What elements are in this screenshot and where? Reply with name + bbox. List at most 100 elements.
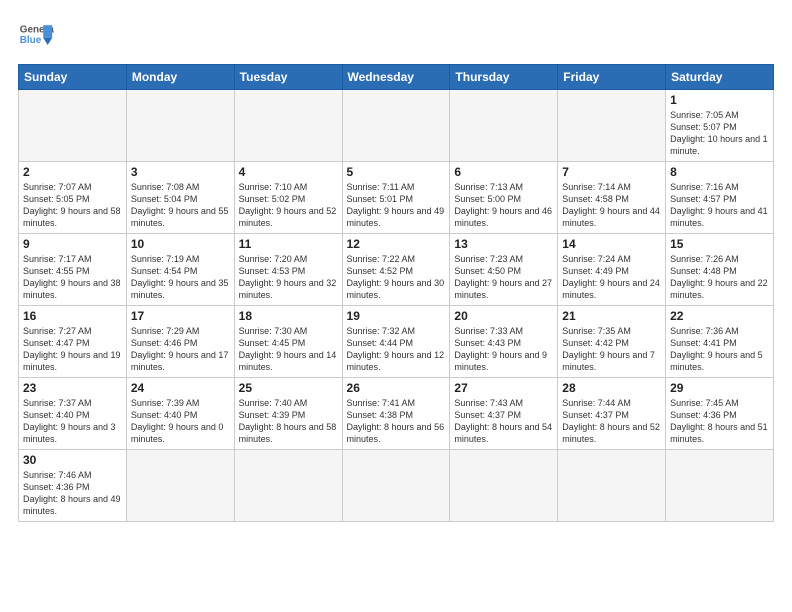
day-number: 1 [670, 93, 769, 107]
day-info: Sunrise: 7:36 AMSunset: 4:41 PMDaylight:… [670, 325, 769, 374]
day-info: Sunrise: 7:29 AMSunset: 4:46 PMDaylight:… [131, 325, 230, 374]
day-number: 9 [23, 237, 122, 251]
calendar-cell: 4 Sunrise: 7:10 AMSunset: 5:02 PMDaylight… [234, 162, 342, 234]
day-number: 8 [670, 165, 769, 179]
day-number: 28 [562, 381, 661, 395]
calendar-cell: 12Sunrise: 7:22 AMSunset: 4:52 PMDayligh… [342, 234, 450, 306]
day-info: Sunrise: 7:07 AMSunset: 5:05 PMDaylight:… [23, 181, 122, 230]
calendar-week-2: 2 Sunrise: 7:07 AMSunset: 5:05 PMDaylight… [19, 162, 774, 234]
calendar-cell: 18Sunrise: 7:30 AMSunset: 4:45 PMDayligh… [234, 306, 342, 378]
calendar-cell [19, 90, 127, 162]
calendar-cell: 25 Sunrise: 7:40 AMSunset: 4:39 PMDayligh… [234, 378, 342, 450]
calendar-cell [342, 450, 450, 522]
day-info: Sunrise: 7:05 AMSunset: 5:07 PMDaylight:… [670, 109, 769, 158]
day-number: 18 [239, 309, 338, 323]
day-number: 15 [670, 237, 769, 251]
day-number: 10 [131, 237, 230, 251]
day-number: 30 [23, 453, 122, 467]
day-info: Sunrise: 7:08 AMSunset: 5:04 PMDaylight:… [131, 181, 230, 230]
day-info: Sunrise: 7:35 AMSunset: 4:42 PMDaylight:… [562, 325, 661, 374]
day-info: Sunrise: 7:44 AMSunset: 4:37 PMDaylight:… [562, 397, 661, 446]
day-info: Sunrise: 7:33 AMSunset: 4:43 PMDaylight:… [454, 325, 553, 374]
calendar-cell: 24 Sunrise: 7:39 AMSunset: 4:40 PMDayligh… [126, 378, 234, 450]
calendar-cell: 13Sunrise: 7:23 AMSunset: 4:50 PMDayligh… [450, 234, 558, 306]
calendar-cell: 20 Sunrise: 7:33 AMSunset: 4:43 PMDayligh… [450, 306, 558, 378]
day-number: 27 [454, 381, 553, 395]
calendar-cell: 16 Sunrise: 7:27 AMSunset: 4:47 PMDayligh… [19, 306, 127, 378]
day-number: 7 [562, 165, 661, 179]
day-number: 24 [131, 381, 230, 395]
day-info: Sunrise: 7:13 AMSunset: 5:00 PMDaylight:… [454, 181, 553, 230]
day-number: 20 [454, 309, 553, 323]
weekday-header-monday: Monday [126, 65, 234, 90]
calendar-cell [234, 450, 342, 522]
calendar-cell [558, 90, 666, 162]
calendar-cell: 14Sunrise: 7:24 AMSunset: 4:49 PMDayligh… [558, 234, 666, 306]
day-number: 6 [454, 165, 553, 179]
day-info: Sunrise: 7:45 AMSunset: 4:36 PMDaylight:… [670, 397, 769, 446]
calendar-cell: 11Sunrise: 7:20 AMSunset: 4:53 PMDayligh… [234, 234, 342, 306]
calendar-cell [450, 90, 558, 162]
day-info: Sunrise: 7:32 AMSunset: 4:44 PMDaylight:… [347, 325, 446, 374]
calendar-cell: 27Sunrise: 7:43 AMSunset: 4:37 PMDayligh… [450, 378, 558, 450]
day-info: Sunrise: 7:20 AMSunset: 4:53 PMDaylight:… [239, 253, 338, 302]
day-number: 19 [347, 309, 446, 323]
calendar-cell: 15 Sunrise: 7:26 AMSunset: 4:48 PMDayligh… [666, 234, 774, 306]
calendar-cell [558, 450, 666, 522]
day-number: 26 [347, 381, 446, 395]
day-info: Sunrise: 7:40 AMSunset: 4:39 PMDaylight:… [239, 397, 338, 446]
calendar-cell [126, 450, 234, 522]
calendar-cell: 28 Sunrise: 7:44 AMSunset: 4:37 PMDayligh… [558, 378, 666, 450]
calendar-cell: 2 Sunrise: 7:07 AMSunset: 5:05 PMDaylight… [19, 162, 127, 234]
day-number: 14 [562, 237, 661, 251]
calendar-cell [666, 450, 774, 522]
day-info: Sunrise: 7:10 AMSunset: 5:02 PMDaylight:… [239, 181, 338, 230]
weekday-header-tuesday: Tuesday [234, 65, 342, 90]
calendar-cell: 29 Sunrise: 7:45 AMSunset: 4:36 PMDayligh… [666, 378, 774, 450]
day-number: 13 [454, 237, 553, 251]
day-number: 16 [23, 309, 122, 323]
weekday-header-wednesday: Wednesday [342, 65, 450, 90]
calendar-cell: 22 Sunrise: 7:36 AMSunset: 4:41 PMDayligh… [666, 306, 774, 378]
day-info: Sunrise: 7:39 AMSunset: 4:40 PMDaylight:… [131, 397, 230, 446]
page: General Blue SundayMondayTuesdayWednesda… [0, 0, 792, 612]
calendar-cell: 23 Sunrise: 7:37 AMSunset: 4:40 PMDayligh… [19, 378, 127, 450]
weekday-header-thursday: Thursday [450, 65, 558, 90]
calendar-cell: 6 Sunrise: 7:13 AMSunset: 5:00 PMDaylight… [450, 162, 558, 234]
calendar-cell: 8Sunrise: 7:16 AMSunset: 4:57 PMDaylight… [666, 162, 774, 234]
day-number: 25 [239, 381, 338, 395]
calendar-cell: 21Sunrise: 7:35 AMSunset: 4:42 PMDayligh… [558, 306, 666, 378]
day-info: Sunrise: 7:37 AMSunset: 4:40 PMDaylight:… [23, 397, 122, 446]
weekday-header-row: SundayMondayTuesdayWednesdayThursdayFrid… [19, 65, 774, 90]
logo: General Blue [18, 18, 54, 54]
day-info: Sunrise: 7:27 AMSunset: 4:47 PMDaylight:… [23, 325, 122, 374]
calendar-cell: 5Sunrise: 7:11 AMSunset: 5:01 PMDaylight… [342, 162, 450, 234]
day-number: 29 [670, 381, 769, 395]
calendar-week-6: 30Sunrise: 7:46 AMSunset: 4:36 PMDayligh… [19, 450, 774, 522]
calendar-cell: 1 Sunrise: 7:05 AMSunset: 5:07 PMDaylight… [666, 90, 774, 162]
calendar-cell: 19 Sunrise: 7:32 AMSunset: 4:44 PMDayligh… [342, 306, 450, 378]
calendar-cell: 26Sunrise: 7:41 AMSunset: 4:38 PMDayligh… [342, 378, 450, 450]
calendar-cell: 7Sunrise: 7:14 AMSunset: 4:58 PMDaylight… [558, 162, 666, 234]
day-number: 2 [23, 165, 122, 179]
day-info: Sunrise: 7:11 AMSunset: 5:01 PMDaylight:… [347, 181, 446, 230]
weekday-header-sunday: Sunday [19, 65, 127, 90]
calendar-cell [450, 450, 558, 522]
day-info: Sunrise: 7:26 AMSunset: 4:48 PMDaylight:… [670, 253, 769, 302]
weekday-header-saturday: Saturday [666, 65, 774, 90]
calendar-cell: 30Sunrise: 7:46 AMSunset: 4:36 PMDayligh… [19, 450, 127, 522]
svg-text:Blue: Blue [20, 35, 42, 46]
calendar-cell: 17 Sunrise: 7:29 AMSunset: 4:46 PMDayligh… [126, 306, 234, 378]
day-number: 4 [239, 165, 338, 179]
calendar-cell [126, 90, 234, 162]
day-number: 22 [670, 309, 769, 323]
day-number: 23 [23, 381, 122, 395]
day-number: 3 [131, 165, 230, 179]
header-area: General Blue [18, 18, 774, 54]
calendar-cell: 9Sunrise: 7:17 AMSunset: 4:55 PMDaylight… [19, 234, 127, 306]
day-number: 17 [131, 309, 230, 323]
day-info: Sunrise: 7:19 AMSunset: 4:54 PMDaylight:… [131, 253, 230, 302]
calendar-week-3: 9Sunrise: 7:17 AMSunset: 4:55 PMDaylight… [19, 234, 774, 306]
calendar-week-1: 1 Sunrise: 7:05 AMSunset: 5:07 PMDaylight… [19, 90, 774, 162]
calendar-cell: 3 Sunrise: 7:08 AMSunset: 5:04 PMDaylight… [126, 162, 234, 234]
